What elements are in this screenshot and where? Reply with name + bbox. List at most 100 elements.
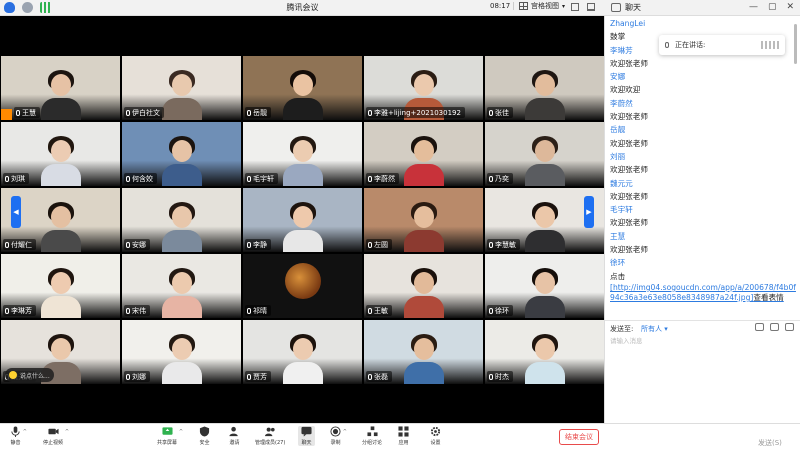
video-tile[interactable]: 张磊 (363, 319, 484, 385)
participant-body (282, 362, 323, 384)
chat-sender[interactable]: 毛宇轩 (605, 203, 800, 216)
apps-button[interactable]: 应用 (398, 426, 409, 446)
chat-sender[interactable]: 徐环 (605, 256, 800, 269)
participant-nameplate: 祁晴 (245, 305, 271, 316)
chevron-up-icon[interactable]: ^ (343, 429, 347, 435)
minimize-icon[interactable]: — (749, 2, 758, 12)
breakout-label: 分组讨论 (362, 440, 383, 446)
record-button[interactable]: 录制 ^ (330, 426, 347, 446)
video-tile[interactable]: 何含姣 (121, 121, 242, 187)
mute-button[interactable]: 静音 ^ (10, 426, 27, 446)
participant-name: 毛宇轩 (253, 174, 274, 183)
participant-nameplate: 李琳芳 (3, 305, 36, 316)
chat-sender[interactable]: 王慧 (605, 230, 800, 243)
video-tile[interactable]: 刘琪 (0, 121, 121, 187)
next-page-button[interactable]: ▶ (584, 196, 594, 228)
send-target-row: 发送至: 所有人 ▾ (605, 320, 800, 334)
video-tile[interactable]: 王敏 (363, 253, 484, 319)
video-tile[interactable]: 左圆 (363, 187, 484, 253)
invite-button[interactable]: 邀请 (229, 426, 240, 446)
audio-wave-icon (761, 41, 779, 49)
screenshot-icon[interactable] (770, 323, 779, 331)
participant-name: 王慧 (22, 108, 36, 117)
chat-message: 欢迎张老师 (610, 165, 648, 175)
close-icon[interactable]: ✕ (786, 2, 794, 12)
video-tile[interactable]: 李雅+lijing+2021030192 (363, 55, 484, 121)
end-meeting-button[interactable]: 结束会议 (559, 429, 599, 445)
manage-members-button[interactable]: 管理成员(27) (255, 426, 285, 446)
settings-button[interactable]: 设置 (430, 426, 441, 446)
maximize-icon[interactable]: ▢ (768, 2, 777, 12)
video-tile[interactable]: 岳靓 (242, 55, 363, 121)
grid-view-icon (519, 2, 528, 10)
restore-icon[interactable] (587, 3, 595, 11)
video-tile[interactable]: 安娜 (121, 187, 242, 253)
microphone-icon (247, 307, 251, 314)
participant-nameplate: 左圆 (366, 239, 392, 250)
mute-label: 静音 (10, 440, 21, 446)
video-tile[interactable]: 时杰 (484, 319, 605, 385)
participant-nameplate: 时杰 (487, 371, 513, 382)
chat-link-message[interactable]: [http://img04.sogoucdn.com/app/a/200678/… (605, 283, 800, 303)
video-tile[interactable]: 伊白社文 (121, 55, 242, 121)
participant-face (413, 74, 434, 96)
participant-name: 时杰 (495, 372, 509, 381)
chat-button[interactable]: 聊天 (298, 426, 315, 446)
video-tile[interactable]: 张佳 (484, 55, 605, 121)
view-mode-dropdown[interactable]: 宫格视图 ▾ (519, 1, 565, 11)
view-mode-label: 宫格视图 (531, 2, 559, 10)
chevron-up-icon[interactable]: ^ (65, 429, 69, 435)
bottom-toolbar: 静音 ^ 停止视频 ^ 共享屏幕 ^ 安全 邀请 管理成员(27) 聊天 录制 … (0, 423, 800, 450)
file-icon[interactable] (755, 323, 764, 331)
stop-video-button[interactable]: 停止视频 ^ (43, 426, 69, 446)
participant-face (534, 206, 555, 228)
chevron-up-icon[interactable]: ^ (179, 429, 183, 435)
security-button[interactable]: 安全 (199, 426, 210, 446)
fullscreen-icon[interactable] (571, 3, 579, 11)
chat-sender[interactable]: 岳靓 (605, 123, 800, 136)
more-icon[interactable] (785, 323, 794, 331)
participant-nameplate: 李蔚然 (366, 173, 399, 184)
add-person-icon (229, 426, 238, 437)
chat-input[interactable]: 请输入消息 (605, 334, 800, 423)
participant-face (413, 338, 434, 360)
share-screen-button[interactable]: 共享屏幕 ^ (157, 426, 183, 446)
video-tile[interactable]: 李琳芳 (0, 253, 121, 319)
stop-video-label: 停止视频 (43, 440, 64, 446)
meeting-app: 腾讯会议 08:17 宫格视图 ▾ 聊天 — ▢ ✕ 王慧 伊白社文 岳靓 李雅+li… (0, 0, 800, 450)
breakout-icon (366, 426, 378, 437)
send-target-dropdown[interactable]: 所有人 ▾ (641, 324, 668, 334)
speaking-indicator: 正在讲话: (659, 35, 785, 55)
prev-page-button[interactable]: ◀ (11, 196, 21, 228)
chat-sender[interactable]: ZhangLei (605, 17, 800, 30)
participant-figure (39, 266, 83, 318)
microphone-icon (5, 307, 9, 314)
chat-scrollbar[interactable] (794, 24, 797, 64)
chat-sender[interactable]: 安娜 (605, 70, 800, 83)
participant-face (171, 206, 192, 228)
shield-icon (199, 426, 210, 437)
breakout-button[interactable]: 分组讨论 (362, 426, 382, 446)
video-tile[interactable]: 贾芳 (242, 319, 363, 385)
chat-sender[interactable]: 魏元元 (605, 177, 800, 190)
chevron-up-icon[interactable]: ^ (23, 429, 27, 435)
send-button[interactable]: 发送(S) (758, 438, 782, 448)
chat-tools (755, 323, 794, 331)
participant-body (282, 164, 323, 186)
participant-face (171, 140, 192, 162)
video-tile[interactable]: 乃奕 (484, 121, 605, 187)
video-tile[interactable]: 祁晴 (242, 253, 363, 319)
chat-sender[interactable]: 李蔚然 (605, 97, 800, 110)
chat-sender[interactable]: 刘丽 (605, 150, 800, 163)
participant-nameplate: 王慧 (14, 107, 40, 118)
video-tile[interactable]: 王慧 (0, 55, 121, 121)
video-tile[interactable]: 李蔚然 (363, 121, 484, 187)
participant-name: 张佳 (495, 108, 509, 117)
video-tile[interactable]: 毛宇轩 (242, 121, 363, 187)
settings-label: 设置 (430, 440, 441, 446)
video-tile[interactable]: 李静 (242, 187, 363, 253)
video-tile[interactable]: 宋伟 (121, 253, 242, 319)
video-tile[interactable]: 徐环 (484, 253, 605, 319)
quick-chat-input[interactable]: 说点什么... (5, 368, 54, 382)
video-tile[interactable]: 刘娜 (121, 319, 242, 385)
